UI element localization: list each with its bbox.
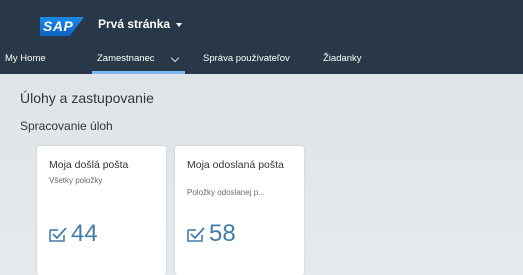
shell-header: SAP Prvá stránka: [0, 0, 523, 44]
sap-logo[interactable]: SAP: [40, 17, 84, 36]
app-frame: SAP Prvá stránka My Home Zamestnanec Spr…: [0, 0, 523, 275]
logo-text: SAP: [43, 18, 74, 34]
tile-subtitle: Položky odoslanej p...: [187, 188, 265, 197]
checkbox-icon: [49, 227, 67, 242]
tile-kpi: 44: [49, 220, 98, 248]
nav-item-my-home[interactable]: My Home: [5, 53, 46, 64]
navigation-bar: My Home Zamestnanec Správa používateľov …: [0, 44, 523, 74]
tile-count: 58: [209, 220, 236, 247]
app-title-menu[interactable]: Prvá stránka: [98, 17, 183, 31]
tile-moja-odoslana-posta[interactable]: Moja odoslaná pošta Položky odoslanej p.…: [175, 146, 304, 275]
group-title: Spracovanie úloh: [20, 119, 113, 133]
tile-title: Moja odoslaná pošta: [187, 159, 284, 171]
nav-item-zamestnanec[interactable]: Zamestnanec: [97, 53, 155, 64]
tile-title: Moja došlá pošta: [49, 159, 129, 171]
tile-moja-dosla-posta[interactable]: Moja došlá pošta Všetky položky 44: [37, 146, 166, 275]
checkbox-icon: [187, 227, 205, 242]
tile-kpi: 58: [187, 220, 236, 248]
nav-item-ziadanky[interactable]: Žiadanky: [323, 53, 362, 64]
tile-count: 44: [71, 220, 98, 247]
caret-down-icon: [176, 22, 183, 27]
section-title: Úlohy a zastupovanie: [20, 90, 154, 106]
tile-subtitle: Všetky položky: [49, 176, 103, 185]
nav-item-sprava-pouzivatelov[interactable]: Správa používateľov: [203, 53, 290, 64]
app-title: Prvá stránka: [98, 17, 171, 31]
